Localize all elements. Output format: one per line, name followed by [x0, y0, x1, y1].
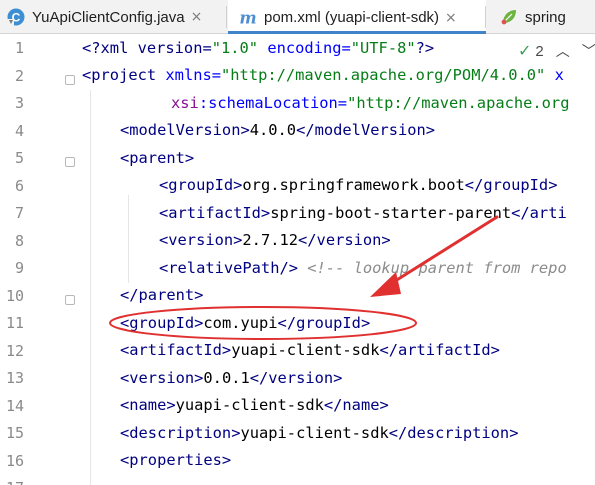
- tab-label: spring: [525, 8, 566, 26]
- line-number: 8: [14, 232, 24, 250]
- line-number: 16: [5, 452, 24, 470]
- line-number: 11: [5, 314, 24, 332]
- line-number: 14: [5, 397, 24, 415]
- code-line-6: <groupId>org.springframework.boot</group…: [159, 176, 558, 194]
- line-number: 12: [5, 342, 24, 360]
- tab-spring[interactable]: spring: [487, 0, 595, 34]
- code-line-4: <modelVersion>4.0.0</modelVersion>: [120, 121, 436, 139]
- code-line-12: <artifactId>yuapi-client-sdk</artifactId…: [120, 341, 500, 359]
- code-line-5: <parent>: [120, 149, 195, 167]
- java-class-icon: C: [6, 7, 26, 27]
- code-line-13: <version>0.0.1</version>: [120, 369, 343, 387]
- line-number: 3: [14, 94, 24, 112]
- fold-marker[interactable]: [65, 75, 75, 85]
- code-line-1: <?xml version="1.0" encoding="UTF-8"?>: [82, 39, 435, 57]
- tab-yuapi-client-config[interactable]: C YuApiClientConfig.java ×: [0, 0, 227, 34]
- code-line-11: <groupId>com.yupi</groupId>: [120, 314, 371, 332]
- spring-leaf-icon: [499, 7, 519, 27]
- line-number: 15: [5, 424, 24, 442]
- code-line-3: xsi:schemaLocation="http://maven.apache.…: [171, 94, 570, 112]
- line-number: 1: [14, 39, 24, 57]
- svg-text:m: m: [239, 8, 256, 27]
- code-line-14: <name>yuapi-client-sdk</name>: [120, 396, 389, 414]
- close-icon[interactable]: ×: [191, 9, 203, 25]
- close-icon[interactable]: ×: [445, 10, 457, 26]
- code-line-15: <description>yuapi-client-sdk</descripti…: [120, 424, 519, 442]
- fold-marker[interactable]: [65, 295, 75, 305]
- code-line-7: <artifactId>spring-boot-starter-parent</…: [159, 204, 567, 222]
- line-number: 13: [5, 369, 24, 387]
- code-line-9: <relativePath/> <!-- lookup parent from …: [159, 259, 567, 277]
- line-number: 9: [14, 259, 24, 277]
- line-number: 2: [14, 67, 24, 85]
- line-number: 6: [14, 177, 24, 195]
- line-number: 17: [4, 478, 24, 485]
- line-number: 5: [14, 149, 24, 167]
- line-number: 4: [14, 122, 24, 140]
- tab-label: pom.xml (yuapi-client-sdk): [264, 9, 440, 26]
- fold-marker[interactable]: [65, 157, 75, 167]
- code-editor[interactable]: <?xml version="1.0" encoding="UTF-8"?> <…: [82, 35, 595, 485]
- line-number: 7: [14, 204, 24, 222]
- tab-pom-xml[interactable]: m pom.xml (yuapi-client-sdk) ×: [228, 0, 486, 35]
- code-line-2: <project xmlns="http://maven.apache.org/…: [82, 66, 564, 84]
- maven-m-icon: m: [238, 8, 258, 28]
- editor-tab-bar: C YuApiClientConfig.java × m pom.xml (yu…: [0, 0, 595, 35]
- line-number-gutter: 1 2 3 4 5 6 7 8 9 10 11 12 13 14 15 16 1…: [0, 35, 75, 485]
- tab-label: YuApiClientConfig.java: [32, 8, 185, 26]
- code-line-16: <properties>: [120, 451, 232, 469]
- code-line-8: <version>2.7.12</version>: [159, 231, 391, 249]
- line-number: 10: [5, 287, 24, 305]
- code-line-10: </parent>: [120, 286, 204, 304]
